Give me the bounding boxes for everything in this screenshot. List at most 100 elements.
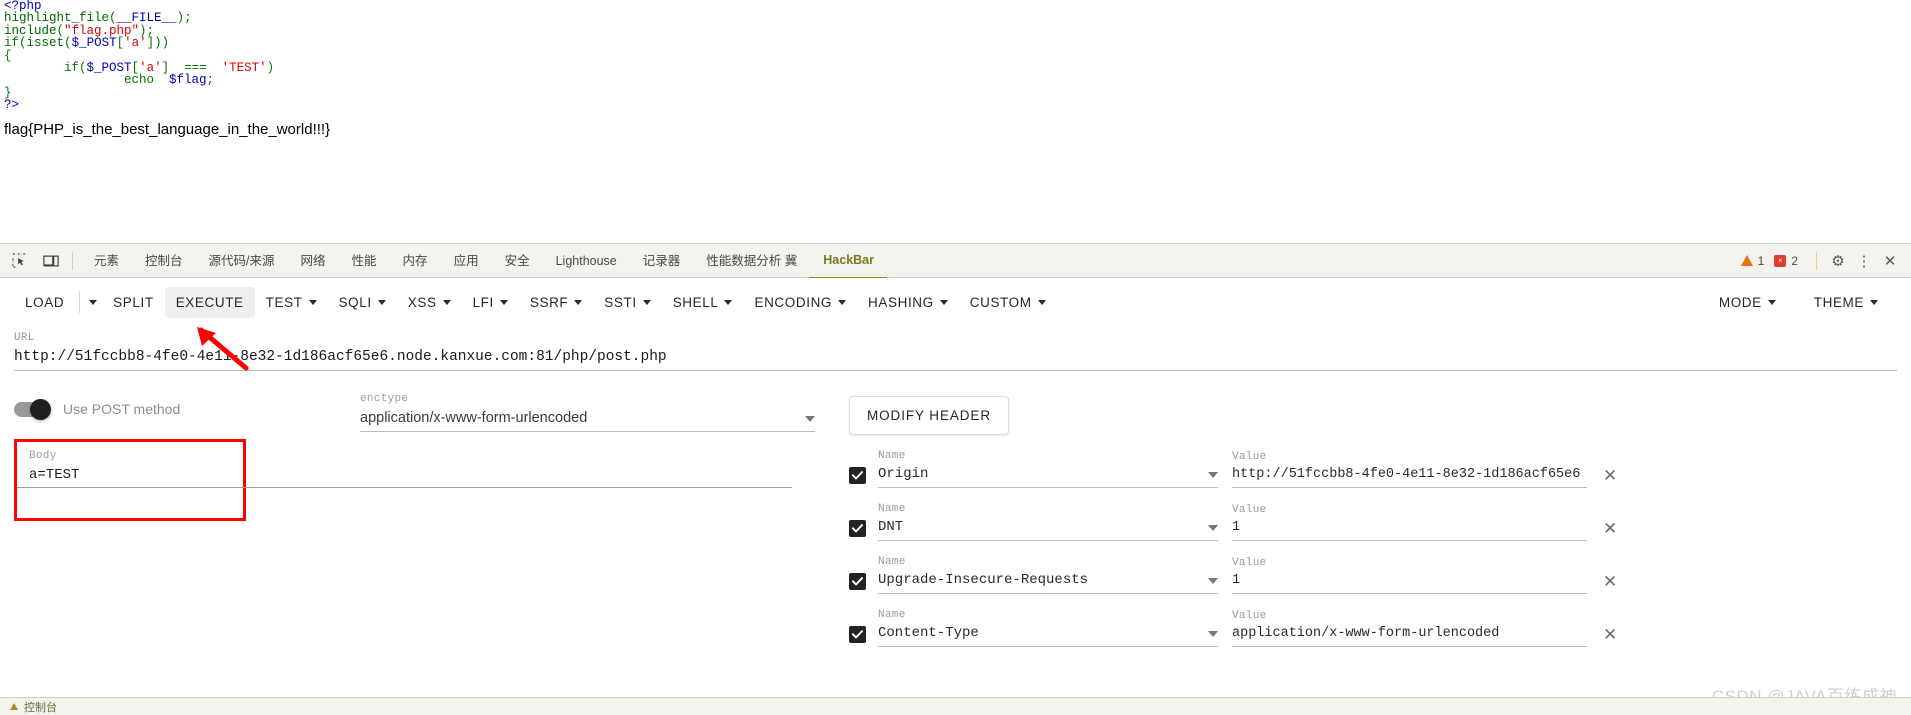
header-value-field[interactable]: Value 1 — [1232, 504, 1587, 541]
chevron-down-icon[interactable] — [1208, 578, 1218, 584]
url-field-group[interactable]: URL http://51fccbb8-4fe0-4e11-8e32-1d186… — [0, 332, 1911, 371]
menu-label: CUSTOM — [969, 294, 1032, 310]
header-name-value[interactable]: Origin — [878, 462, 1208, 482]
devtools-tab-2[interactable]: 控制台 — [132, 244, 196, 278]
load-split-button[interactable]: LOAD — [14, 287, 102, 318]
chevron-down-icon[interactable] — [1208, 525, 1218, 531]
use-post-method-row[interactable]: Use POST method — [14, 393, 346, 425]
header-name-field[interactable]: Name DNT — [878, 503, 1218, 541]
code-token: 'TEST' — [221, 60, 267, 75]
menu-label: SSTI — [604, 294, 637, 310]
menu-hashing-button[interactable]: HASHING — [857, 287, 959, 318]
header-name-field[interactable]: Name Origin — [878, 450, 1218, 488]
menu-test-button[interactable]: TEST — [255, 287, 328, 318]
header-value-input[interactable]: http://51fccbb8-4fe0-4e11-8e32-1d186acf6… — [1232, 463, 1587, 482]
header-name-row: Content-Type — [878, 621, 1218, 641]
header-name-value[interactable]: DNT — [878, 515, 1208, 535]
devtools-tab-6[interactable]: 内存 — [390, 244, 441, 278]
menu-sqli-button[interactable]: SQLI — [328, 287, 397, 318]
devtools-tab-8[interactable]: 安全 — [492, 244, 543, 278]
gear-icon[interactable]: ⚙ — [1825, 248, 1851, 274]
mode-menu[interactable]: MODE — [1708, 287, 1787, 318]
close-icon[interactable]: ✕ — [1877, 248, 1903, 274]
header-remove-button[interactable]: ✕ — [1603, 572, 1617, 592]
menu-lfi-button[interactable]: LFI — [462, 287, 519, 318]
chevron-down-icon — [939, 299, 948, 305]
chevron-down-icon — [574, 299, 583, 305]
devtools-tab-12[interactable]: HackBar — [810, 243, 887, 279]
devtools-tab-1[interactable]: 元素 — [81, 244, 132, 278]
enctype-select[interactable]: application/x-www-form-urlencoded — [360, 410, 815, 426]
header-row: Name Origin Value http://51fccbb8-4fe0-4e11… — [849, 450, 1897, 488]
header-enabled-checkbox[interactable] — [849, 520, 866, 537]
console-drawer-strip[interactable]: 控制台 — [0, 697, 1911, 715]
inspect-element-icon[interactable] — [6, 248, 32, 274]
body-field-group[interactable]: Body a=TEST — [17, 442, 234, 483]
header-value-field[interactable]: Value application/x-www-form-urlencoded — [1232, 610, 1587, 647]
console-drawer-label: 控制台 — [24, 701, 57, 714]
chevron-down-icon — [1870, 299, 1878, 305]
menu-ssti-button[interactable]: SSTI — [593, 287, 661, 318]
url-input[interactable]: http://51fccbb8-4fe0-4e11-8e32-1d186acf6… — [14, 344, 1897, 365]
menu-ssrf-button[interactable]: SSRF — [519, 287, 593, 318]
header-value-field[interactable]: Value http://51fccbb8-4fe0-4e11-8e32-1d18… — [1232, 451, 1587, 488]
header-value-underline — [1232, 487, 1587, 488]
code-line: if(isset($_POST['a'])) — [4, 36, 1911, 51]
devtools-tab-4[interactable]: 网络 — [288, 244, 339, 278]
hackbar-menu-group: TEST SQLI XSS LFI SSRF SSTI SHELL ENCODING HASHI… — [255, 287, 1057, 318]
menu-custom-button[interactable]: CUSTOM — [959, 287, 1057, 318]
body-input[interactable]: a=TEST — [29, 462, 234, 483]
warning-counter[interactable]: 1 — [1740, 254, 1764, 268]
code-token: $_POST — [71, 36, 117, 51]
header-value-underline — [1232, 646, 1587, 647]
header-name-value[interactable]: Upgrade-Insecure-Requests — [878, 568, 1208, 588]
code-token: [ — [116, 36, 125, 51]
header-name-underline — [878, 540, 1218, 541]
menu-encoding-button[interactable]: ENCODING — [743, 287, 857, 318]
menu-label: ENCODING — [754, 294, 833, 310]
split-button[interactable]: SPLIT — [102, 287, 165, 318]
code-line: highlight_file(__FILE__); — [4, 12, 1911, 25]
mode-label: MODE — [1718, 294, 1762, 310]
devtools-tab-10[interactable]: 记录器 — [630, 244, 694, 278]
header-name-field[interactable]: Name Content-Type — [878, 609, 1218, 647]
header-remove-button[interactable]: ✕ — [1603, 466, 1617, 486]
load-button[interactable]: LOAD — [14, 287, 75, 318]
load-dropdown-button[interactable] — [84, 292, 102, 313]
more-options-icon[interactable]: ⋮ — [1851, 248, 1877, 274]
header-value-field[interactable]: Value 1 — [1232, 557, 1587, 594]
header-rows: Name Origin Value http://51fccbb8-4fe0-4e11… — [849, 450, 1897, 647]
devtools-tab-9[interactable]: Lighthouse — [543, 244, 630, 278]
devtools-tab-5[interactable]: 性能 — [339, 244, 390, 278]
header-remove-button[interactable]: ✕ — [1603, 625, 1617, 645]
chevron-down-icon — [377, 299, 386, 305]
modify-header-button[interactable]: MODIFY HEADER — [849, 396, 1009, 435]
menu-shell-button[interactable]: SHELL — [662, 287, 744, 318]
header-name-field[interactable]: Name Upgrade-Insecure-Requests — [878, 556, 1218, 594]
chevron-down-icon — [442, 299, 451, 305]
devtools-tab-11[interactable]: 性能数据分析 冀 — [693, 244, 810, 278]
devtools-tab-7[interactable]: 应用 — [441, 244, 492, 278]
header-enabled-checkbox[interactable] — [849, 467, 866, 484]
hackbar-toolbar-right: MODE THEME — [1708, 287, 1897, 318]
error-counter[interactable]: × 2 — [1774, 254, 1798, 268]
header-value-input[interactable]: 1 — [1232, 569, 1587, 588]
header-name-underline — [878, 646, 1218, 647]
code-token: ) — [266, 60, 275, 75]
header-enabled-checkbox[interactable] — [849, 573, 866, 590]
device-toolbar-icon[interactable] — [38, 248, 64, 274]
enctype-field-group[interactable]: enctype application/x-www-form-urlencode… — [360, 393, 815, 647]
chevron-down-icon[interactable] — [1208, 472, 1218, 478]
devtools-tab-3[interactable]: 源代码/来源 — [196, 244, 288, 278]
header-enabled-checkbox[interactable] — [849, 626, 866, 643]
menu-xss-button[interactable]: XSS — [397, 287, 462, 318]
header-row: Name Upgrade-Insecure-Requests Value 1 ✕ — [849, 556, 1897, 594]
theme-menu[interactable]: THEME — [1803, 287, 1889, 318]
chevron-down-icon[interactable] — [1208, 631, 1218, 637]
header-name-value[interactable]: Content-Type — [878, 621, 1208, 641]
use-post-method-toggle[interactable] — [14, 398, 51, 420]
header-value-input[interactable]: 1 — [1232, 516, 1587, 535]
header-value-input[interactable]: application/x-www-form-urlencoded — [1232, 622, 1587, 641]
execute-button[interactable]: EXECUTE — [164, 286, 255, 318]
header-remove-button[interactable]: ✕ — [1603, 519, 1617, 539]
